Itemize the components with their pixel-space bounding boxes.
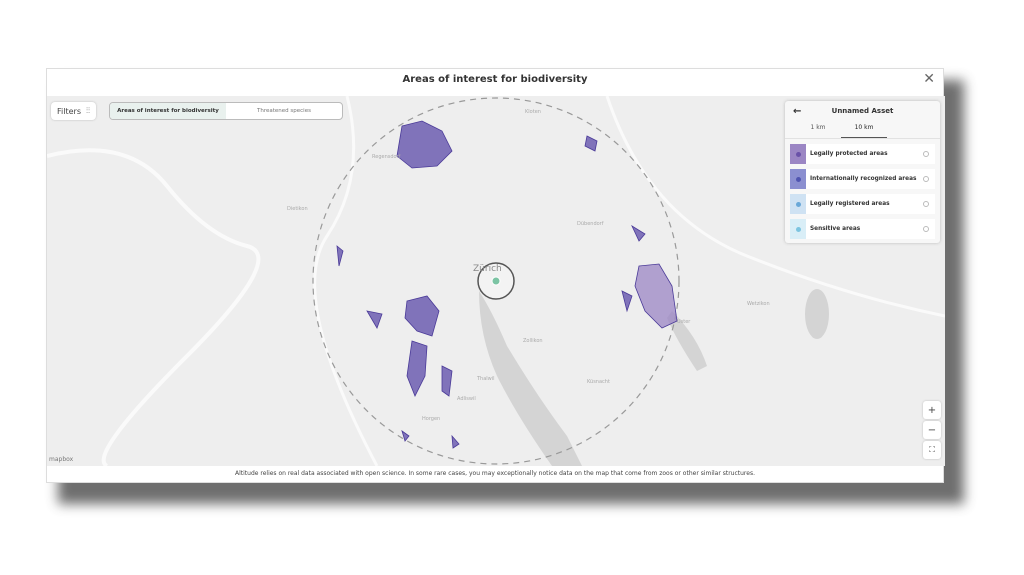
radius-tab-1km[interactable]: 1 km bbox=[795, 121, 841, 138]
layer-dot-icon bbox=[795, 226, 801, 232]
asset-panel: ← Unnamed Asset 1 km 10 km Legally prote… bbox=[785, 101, 940, 243]
layer-swatch bbox=[790, 219, 806, 239]
radius-tab-10km[interactable]: 10 km bbox=[841, 121, 887, 138]
lake-pfaeffikon bbox=[805, 289, 829, 339]
layer-label: Legally registered areas bbox=[810, 201, 890, 207]
footer-note: Altitude relies on real data associated … bbox=[235, 470, 755, 477]
asset-marker bbox=[491, 276, 501, 286]
back-arrow-icon[interactable]: ← bbox=[793, 106, 801, 117]
layer-label: Internationally recognized areas bbox=[810, 176, 917, 182]
layer-swatch bbox=[790, 194, 806, 214]
zoom-in-button[interactable]: + bbox=[923, 401, 941, 419]
view-tabs: Areas of interest for biodiversity Threa… bbox=[109, 102, 343, 120]
tab-threatened-species[interactable]: Threatened species bbox=[226, 103, 342, 119]
asset-name: Unnamed Asset bbox=[831, 107, 894, 115]
layer-radio[interactable] bbox=[923, 226, 929, 232]
layer-dot-icon bbox=[795, 176, 801, 182]
place-label: Thalwil bbox=[477, 376, 495, 382]
layer-item[interactable]: Legally protected areas bbox=[790, 144, 935, 164]
map[interactable]: Kloten Dübendorf Uster Zollikon Küsnacht… bbox=[47, 96, 945, 466]
place-label: Dübendorf bbox=[577, 221, 604, 227]
place-label: Uster bbox=[677, 319, 691, 325]
close-icon[interactable]: ✕ bbox=[923, 71, 935, 87]
fit-view-button[interactable]: ⛶ bbox=[923, 441, 941, 459]
filters-label: Filters bbox=[57, 106, 81, 116]
layer-item[interactable]: Internationally recognized areas bbox=[790, 169, 935, 189]
modal-title: Areas of interest for biodiversity bbox=[402, 74, 588, 85]
biodiversity-modal: Areas of interest for biodiversity ✕ Klo… bbox=[46, 68, 945, 483]
layer-radio[interactable] bbox=[923, 176, 929, 182]
place-label: Horgen bbox=[422, 416, 441, 422]
layer-label: Sensitive areas bbox=[810, 226, 861, 232]
layer-swatch bbox=[790, 169, 806, 189]
tab-areas-of-interest[interactable]: Areas of interest for biodiversity bbox=[110, 103, 226, 119]
place-label: Küsnacht bbox=[587, 379, 610, 385]
layer-radio[interactable] bbox=[923, 201, 929, 207]
layer-swatch bbox=[790, 144, 806, 164]
place-label: Regensdorf bbox=[372, 154, 401, 160]
layer-label: Legally protected areas bbox=[810, 151, 888, 157]
place-label: Dietikon bbox=[287, 206, 308, 212]
place-label: Kloten bbox=[525, 109, 541, 115]
layer-item[interactable]: Sensitive areas bbox=[790, 219, 935, 239]
filters-button[interactable]: Filters ⫶⫶ bbox=[51, 102, 96, 120]
mapbox-attribution[interactable]: mapbox bbox=[49, 456, 73, 463]
layer-dot-icon bbox=[795, 151, 801, 157]
city-label: Zürich bbox=[473, 264, 502, 274]
place-label: Wetzikon bbox=[747, 301, 770, 307]
layer-radio[interactable] bbox=[923, 151, 929, 157]
place-label: Adliswil bbox=[457, 396, 476, 402]
layer-item[interactable]: Legally registered areas bbox=[790, 194, 935, 214]
zoom-out-button[interactable]: − bbox=[923, 421, 941, 439]
place-label: Zollikon bbox=[523, 338, 543, 344]
sliders-icon: ⫶⫶ bbox=[85, 106, 90, 115]
layer-dot-icon bbox=[795, 201, 801, 207]
